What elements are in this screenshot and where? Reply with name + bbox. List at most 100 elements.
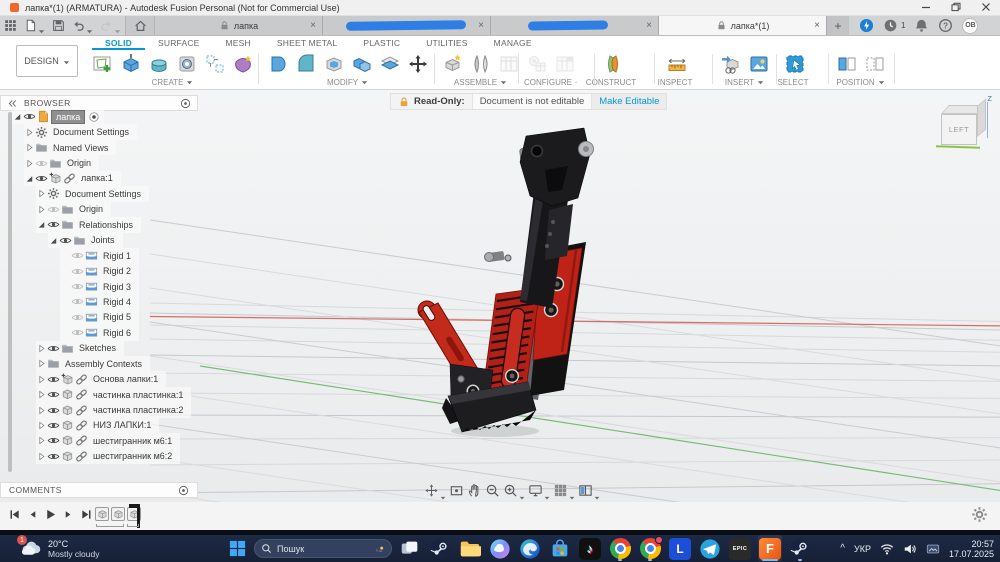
eye-icon[interactable]	[35, 172, 48, 185]
task-view[interactable]	[398, 535, 422, 562]
collapse-arrow-icon[interactable]	[24, 173, 35, 184]
clock[interactable]: 20:57 17.07.2025	[949, 539, 994, 559]
zoom-button[interactable]	[485, 483, 500, 498]
eye-icon[interactable]	[47, 373, 60, 386]
step-back-button[interactable]	[26, 508, 39, 521]
pattern-icon[interactable]	[202, 51, 227, 76]
tree-item[interactable]: Rigid 3	[60, 278, 140, 295]
edge[interactable]	[518, 535, 542, 562]
panel-options-icon[interactable]	[180, 98, 191, 109]
combine-icon[interactable]	[349, 51, 374, 76]
view-cube-side-face[interactable]	[977, 98, 986, 137]
steam[interactable]	[428, 535, 452, 562]
eye-icon[interactable]	[47, 342, 60, 355]
expand-arrow-icon[interactable]	[24, 142, 35, 153]
fillet-icon[interactable]	[293, 51, 318, 76]
avatar[interactable]: OB	[962, 17, 979, 34]
eye-hidden-icon[interactable]	[71, 311, 84, 324]
group-label[interactable]: INSERT	[718, 78, 771, 87]
expand-arrow-icon[interactable]	[36, 188, 47, 199]
bell-icon[interactable]	[914, 18, 929, 33]
expand-arrow-icon[interactable]	[36, 358, 47, 369]
ribbon-tab-sheet-metal[interactable]: SHEET METAL	[264, 37, 350, 50]
comments-panel[interactable]: COMMENTS	[0, 482, 198, 498]
collapse-arrow-icon[interactable]	[36, 219, 47, 230]
tree-item[interactable]: Document Settings	[36, 186, 150, 202]
view-cube[interactable]: LEFT Z	[934, 94, 992, 156]
timeline-feature-2[interactable]	[111, 507, 125, 521]
weather-widget[interactable]: 1 20°C Mostly cloudy	[17, 535, 100, 560]
eye-icon[interactable]	[47, 388, 60, 401]
close-tab-icon[interactable]: ×	[310, 20, 316, 31]
gear-icon[interactable]	[971, 506, 988, 523]
copilot[interactable]	[488, 535, 512, 562]
epic-games[interactable]: EPIC	[728, 535, 752, 562]
eye-icon[interactable]	[47, 218, 60, 231]
minimize-button[interactable]	[920, 1, 932, 13]
document-tab-1[interactable]: лапка ×	[155, 16, 323, 35]
display-settings-button[interactable]	[528, 483, 550, 499]
group-label[interactable]: ASSEMBLE	[440, 78, 521, 87]
fusion-360[interactable]: F	[758, 535, 782, 562]
tree-item[interactable]: Origin	[24, 155, 100, 171]
model-clevis[interactable]	[519, 127, 591, 207]
document-tab-4[interactable]: лапка*(1) ×	[659, 16, 827, 35]
eye-hidden-icon[interactable]	[71, 280, 84, 293]
revert-position-icon[interactable]	[862, 51, 887, 76]
group-label[interactable]: POSITION	[834, 78, 887, 87]
help-icon[interactable]: ?	[938, 18, 953, 33]
orbit-button[interactable]	[424, 483, 446, 499]
expand-arrow-icon[interactable]	[36, 420, 47, 431]
timeline-feature-1[interactable]	[95, 507, 109, 521]
tree-item[interactable]: частинка пластинка:2	[36, 402, 192, 418]
eye-hidden-icon[interactable]	[71, 265, 84, 278]
expand-arrow-icon[interactable]	[36, 343, 47, 354]
volume-icon[interactable]	[903, 542, 917, 556]
tree-item[interactable]: Origin	[36, 201, 112, 218]
eye-icon[interactable]	[47, 434, 60, 447]
tree-item[interactable]: Rigid 2	[60, 263, 140, 279]
app-grid-button[interactable]	[4, 19, 17, 32]
save-button[interactable]	[52, 19, 65, 32]
expand-arrow-icon[interactable]	[36, 389, 47, 400]
eye-hidden-icon[interactable]	[35, 157, 48, 170]
undo-button[interactable]	[72, 19, 93, 34]
panel-options-icon[interactable]	[178, 485, 189, 496]
chrome-2[interactable]	[638, 535, 663, 562]
start-button[interactable]	[228, 539, 247, 558]
eye-hidden-icon[interactable]	[71, 295, 84, 308]
shell-icon[interactable]	[321, 51, 346, 76]
tree-item[interactable]: Assembly Contexts	[36, 356, 151, 372]
tree-item[interactable]: Rigid 5	[60, 309, 140, 326]
group-label[interactable]: MODIFY	[265, 78, 430, 87]
viewport-3d[interactable]: Read-Only: Document is not editable Make…	[0, 90, 1000, 502]
ribbon-tab-plastic[interactable]: PLASTIC	[350, 37, 413, 50]
tiktok[interactable]: ♪	[578, 535, 602, 562]
tree-item[interactable]: частинка пластинка:1	[36, 386, 192, 403]
model-3d-kickstand[interactable]	[380, 120, 640, 450]
move-copy-icon[interactable]	[405, 51, 430, 76]
document-tab-2[interactable]: ×	[323, 16, 491, 35]
expand-arrow-icon[interactable]	[36, 374, 47, 385]
new-tab-button[interactable]: +	[827, 16, 849, 35]
microsoft-store[interactable]	[548, 535, 572, 562]
tree-item[interactable]: Rigid 6	[60, 325, 140, 341]
eye-icon[interactable]	[23, 110, 36, 123]
expand-arrow-icon[interactable]	[36, 204, 47, 215]
steam-2[interactable]	[788, 535, 812, 562]
press-pull-icon[interactable]	[265, 51, 290, 76]
extrude-icon[interactable]	[118, 51, 143, 76]
group-label[interactable]: SELECT	[777, 78, 819, 87]
file-explorer[interactable]	[458, 535, 482, 562]
eye-hidden-icon[interactable]	[71, 326, 84, 339]
eye-icon[interactable]	[47, 404, 60, 417]
tree-item[interactable]: лапка	[12, 109, 105, 125]
group-label[interactable]: CONSTRUCT	[586, 78, 647, 87]
grid-layout-button[interactable]	[553, 483, 575, 499]
league[interactable]: L	[668, 535, 692, 562]
file-menu-button[interactable]	[24, 19, 45, 34]
group-label[interactable]: INSPECT	[658, 78, 703, 87]
joint-icon[interactable]	[468, 51, 493, 76]
tree-item[interactable]: лапка:1	[24, 170, 121, 187]
tree-item[interactable]: Rigid 4	[60, 294, 140, 310]
